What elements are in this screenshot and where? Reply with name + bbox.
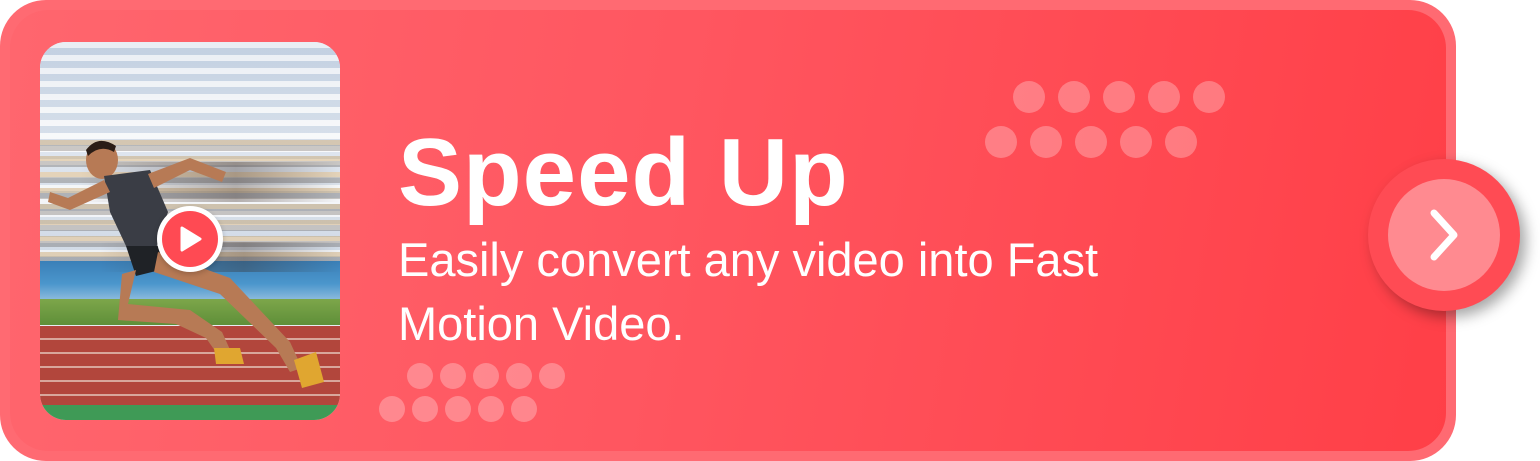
speed-up-feature-card-root: Speed Up Easily convert any video into F… (0, 0, 1540, 461)
decorative-dots (407, 363, 565, 389)
card-title: Speed Up (398, 119, 849, 226)
video-thumbnail[interactable] (40, 42, 340, 420)
chevron-right-icon (1388, 179, 1500, 291)
decorative-dots (985, 126, 1197, 158)
decorative-dots (379, 396, 537, 422)
play-button[interactable] (157, 206, 223, 272)
open-feature-button[interactable] (1368, 159, 1520, 311)
card-description: Easily convert any video into Fast Motio… (398, 233, 1099, 350)
decorative-dots (1013, 81, 1225, 113)
card-body: Speed Up Easily convert any video into F… (10, 10, 1446, 451)
speed-up-feature-card[interactable]: Speed Up Easily convert any video into F… (0, 0, 1456, 461)
play-icon (162, 211, 218, 267)
